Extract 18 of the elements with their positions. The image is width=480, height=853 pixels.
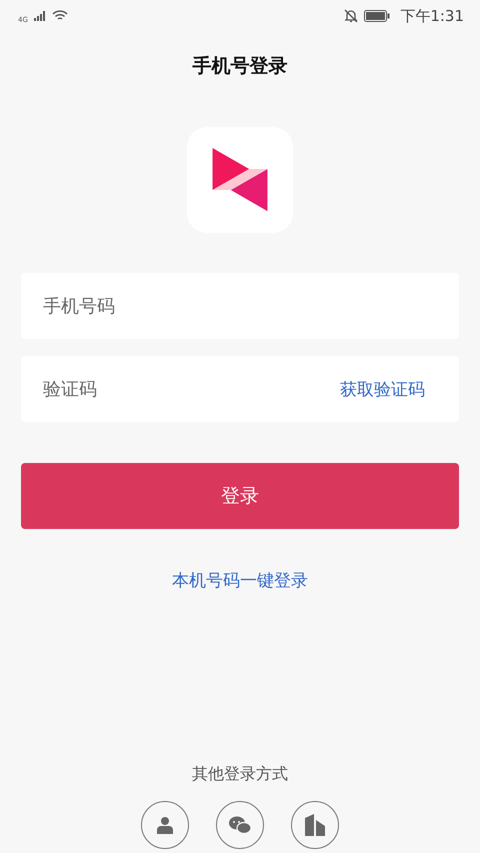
other-login-label: 其他登录方式	[191, 764, 289, 785]
login-button[interactable]: 登录	[21, 463, 459, 529]
chat-bubbles-icon	[228, 815, 252, 835]
signal-icon	[34, 11, 46, 21]
code-input-field[interactable]: 验证码	[21, 356, 330, 422]
wifi-icon	[52, 10, 68, 22]
page-title: 手机号登录	[192, 54, 288, 79]
one-tap-login-link[interactable]: 本机号码一键登录	[172, 571, 308, 591]
account-login-button[interactable]	[141, 801, 189, 849]
phone-input-field[interactable]: 手机号码	[21, 273, 459, 339]
bell-off-icon	[344, 9, 358, 23]
person-icon	[156, 816, 174, 834]
building-icon	[305, 814, 325, 836]
building-login-button[interactable]	[291, 801, 339, 849]
battery-icon	[364, 10, 390, 22]
wechat-login-button[interactable]	[216, 801, 264, 849]
get-code-button[interactable]: 获取验证码	[330, 356, 459, 422]
status-time: 下午1:31	[400, 6, 464, 26]
